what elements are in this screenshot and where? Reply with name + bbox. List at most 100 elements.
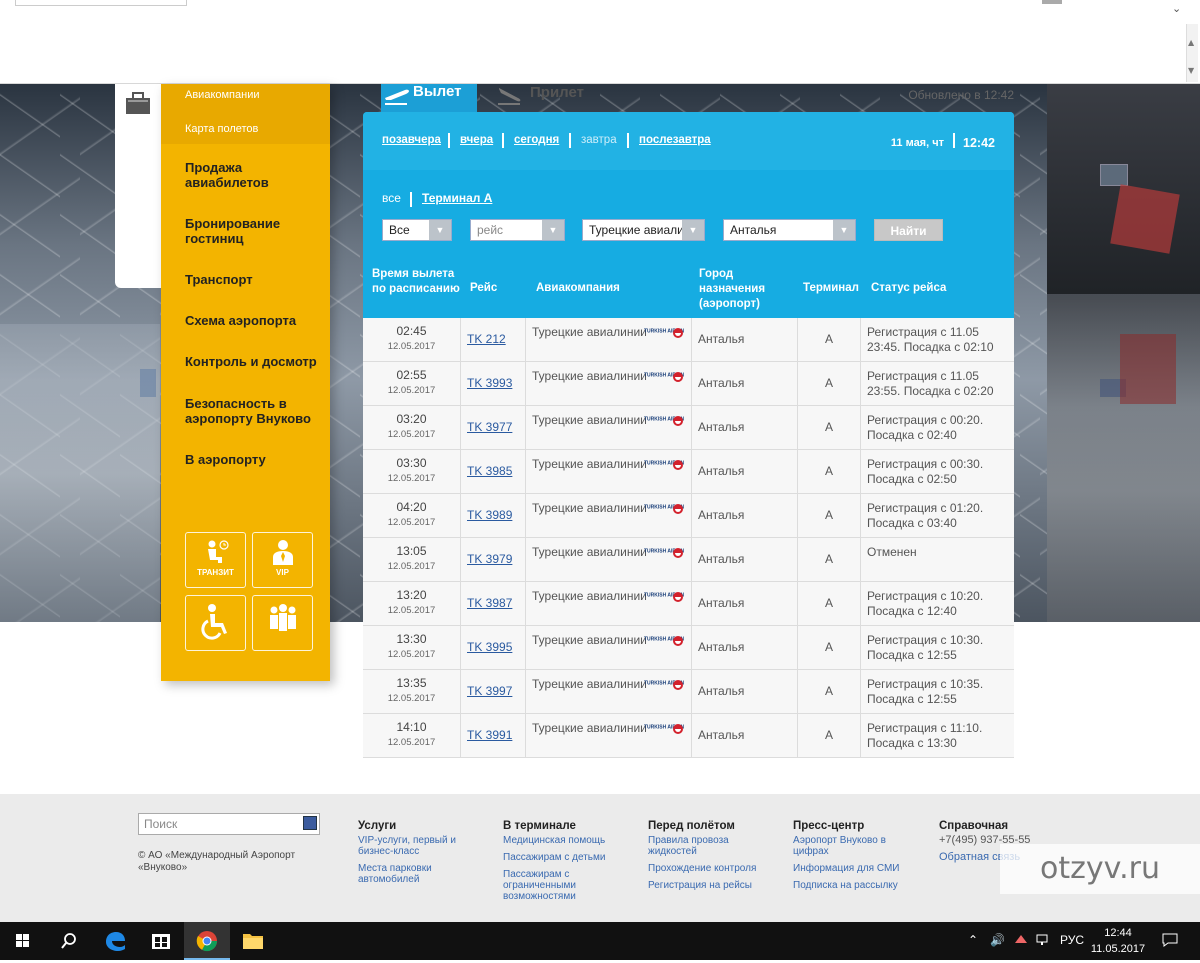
flight-status: Регистрация с 00:20. Посадка с 02:40 xyxy=(867,413,984,442)
footer-link[interactable]: Места парковки автомобилей xyxy=(358,863,488,885)
city-select[interactable]: Анталья ▼ xyxy=(723,219,856,241)
taskbar-clock[interactable]: 12:44 11.05.2017 xyxy=(1090,925,1146,957)
terminal-value: A xyxy=(824,508,833,522)
flight-number-link[interactable]: TK 3977 xyxy=(467,420,512,434)
flight-number-link[interactable]: TK 3997 xyxy=(467,684,512,698)
taskbar-store[interactable] xyxy=(138,922,184,960)
cell-divider xyxy=(860,538,861,582)
terminal-all[interactable]: все xyxy=(382,191,401,205)
cell-divider xyxy=(525,362,526,406)
taskbar-chrome[interactable] xyxy=(184,922,230,960)
flight-number-link[interactable]: TK 3993 xyxy=(467,376,512,390)
group-tile[interactable] xyxy=(252,595,313,651)
terminal-value: A xyxy=(824,596,833,610)
accessibility-tile[interactable] xyxy=(185,595,246,651)
flight-number-link[interactable]: TK 3991 xyxy=(467,728,512,742)
start-button[interactable] xyxy=(0,922,46,960)
day-before-yesterday[interactable]: позавчера xyxy=(382,134,441,146)
terminal-value: A xyxy=(824,552,833,566)
destination-city: Анталья xyxy=(698,552,745,566)
footer-link[interactable]: Информация для СМИ xyxy=(793,863,923,874)
flight-number-link[interactable]: TK 3995 xyxy=(467,640,512,654)
footer-link[interactable]: Пассажирам с детьми xyxy=(503,852,633,863)
notifications-icon[interactable] xyxy=(1162,933,1178,950)
footer-link[interactable]: Аэропорт Внуково в цифрах xyxy=(793,835,923,857)
nav-item-security-check[interactable]: Контроль и досмотр xyxy=(185,354,325,369)
day-separator xyxy=(448,133,450,148)
tray-app-icon[interactable] xyxy=(1013,933,1029,950)
day-today[interactable]: сегодня xyxy=(514,134,559,146)
page-scrollbar[interactable]: ▲ ▼ xyxy=(1186,24,1198,82)
address-bar-edge[interactable] xyxy=(15,0,187,6)
taskbar-explorer[interactable] xyxy=(230,922,276,960)
day-after-tomorrow[interactable]: послезавтра xyxy=(639,134,711,146)
header-flight: Рейс xyxy=(470,282,498,294)
nav-item-safety[interactable]: Безопасность в аэропорту Внуково xyxy=(185,396,325,426)
hero-sign xyxy=(1100,164,1128,186)
type-select[interactable]: Все ▼ xyxy=(382,219,452,241)
footer-link[interactable]: Подписка на рассылку xyxy=(793,880,923,891)
board-tabs: Вылет Прилет Обновлено в 12:42 xyxy=(363,84,1014,112)
footer-link[interactable]: Регистрация на рейсы xyxy=(648,880,778,891)
taskbar-edge[interactable] xyxy=(92,922,138,960)
clock-date: 11.05.2017 xyxy=(1090,943,1146,955)
airline-name: Турецкие авиалинии xyxy=(532,369,647,383)
tab-departure-label: Вылет xyxy=(413,83,462,100)
footer-link[interactable]: Пассажирам с ограниченными возможностями xyxy=(503,869,633,902)
transit-tile-label: ТРАНЗИТ xyxy=(197,568,234,577)
nav-sub-flight-map[interactable]: Карта полетов xyxy=(185,123,258,135)
search-icon[interactable] xyxy=(303,816,317,830)
flight-number-link[interactable]: TK 212 xyxy=(467,332,506,346)
day-yesterday[interactable]: вчера xyxy=(460,134,493,146)
tab-departure[interactable]: Вылет xyxy=(381,84,477,112)
flight-number-link[interactable]: TK 3987 xyxy=(467,596,512,610)
language-indicator[interactable]: РУС xyxy=(1060,933,1084,947)
flight-input[interactable]: рейс ▼ xyxy=(470,219,565,241)
tray-chevron-up-icon[interactable]: ⌃ xyxy=(968,933,978,947)
flight-number-link[interactable]: TK 3985 xyxy=(467,464,512,478)
footer-column-title: Услуги xyxy=(358,820,397,832)
nav-item-airport-map[interactable]: Схема аэропорта xyxy=(185,313,325,328)
cell-divider xyxy=(691,714,692,758)
scroll-down-icon[interactable]: ▼ xyxy=(1188,66,1194,75)
find-button[interactable]: Найти xyxy=(874,219,943,241)
nav-item-hotels[interactable]: Бронирование гостиниц xyxy=(185,216,325,246)
tab-arrival[interactable]: Прилет xyxy=(496,84,616,112)
nav-item-tickets[interactable]: Продажа авиабилетов xyxy=(185,160,325,190)
cell-divider xyxy=(525,406,526,450)
transit-tile[interactable]: ТРАНЗИТ xyxy=(185,532,246,588)
departure-date: 12.05.2017 xyxy=(387,385,436,396)
search-input[interactable]: Поиск xyxy=(138,813,320,835)
network-icon[interactable] xyxy=(1036,933,1052,950)
day-tomorrow[interactable]: завтра xyxy=(581,134,617,146)
departure-time: 13:20 xyxy=(396,588,427,602)
cell-divider xyxy=(460,494,461,538)
taskbar-search-button[interactable] xyxy=(46,922,92,960)
volume-icon[interactable]: 🔊 xyxy=(990,933,1005,947)
vip-tile[interactable]: VIP xyxy=(252,532,313,588)
nav-item-at-airport[interactable]: В аэропорту xyxy=(185,452,325,467)
footer-link[interactable]: Прохождение контроля xyxy=(648,863,778,874)
nav-sub-airlines[interactable]: Авиакомпании xyxy=(185,89,260,101)
cell-divider xyxy=(860,670,861,714)
scroll-up-icon[interactable]: ▲ xyxy=(1188,38,1194,47)
departure-plane-icon xyxy=(385,89,409,105)
departure-date: 12.05.2017 xyxy=(387,737,436,748)
departure-time: 03:30 xyxy=(396,456,427,470)
windows-taskbar: ⌃ 🔊 РУС 12:44 11.05.2017 xyxy=(0,922,1200,960)
browser-top-area: ⌄ ▲ ▼ xyxy=(0,0,1200,84)
footer-link[interactable]: VIP-услуги, первый и бизнес-класс xyxy=(358,835,488,857)
footer-link[interactable]: Правила провоза жидкостей xyxy=(648,835,778,857)
suitcase-icon xyxy=(126,92,150,114)
cell-divider xyxy=(691,538,692,582)
airline-select[interactable]: Турецкие авиали ▼ xyxy=(582,219,705,241)
chevron-down-icon[interactable]: ⌄ xyxy=(1172,2,1181,15)
table-row: 13:05 12.05.2017 TK 3979 Турецкие авиалинии… xyxy=(363,538,1014,582)
footer-link[interactable]: Медицинская помощь xyxy=(503,835,633,846)
airline-name: Турецкие авиалинии xyxy=(532,633,647,647)
nav-item-transport[interactable]: Транспорт xyxy=(185,272,325,287)
terminal-a[interactable]: Терминал А xyxy=(422,191,492,205)
flight-number-link[interactable]: TK 3989 xyxy=(467,508,512,522)
copyright: © АО «Международный Аэропорт «Внуково» xyxy=(138,850,296,873)
flight-number-link[interactable]: TK 3979 xyxy=(467,552,512,566)
